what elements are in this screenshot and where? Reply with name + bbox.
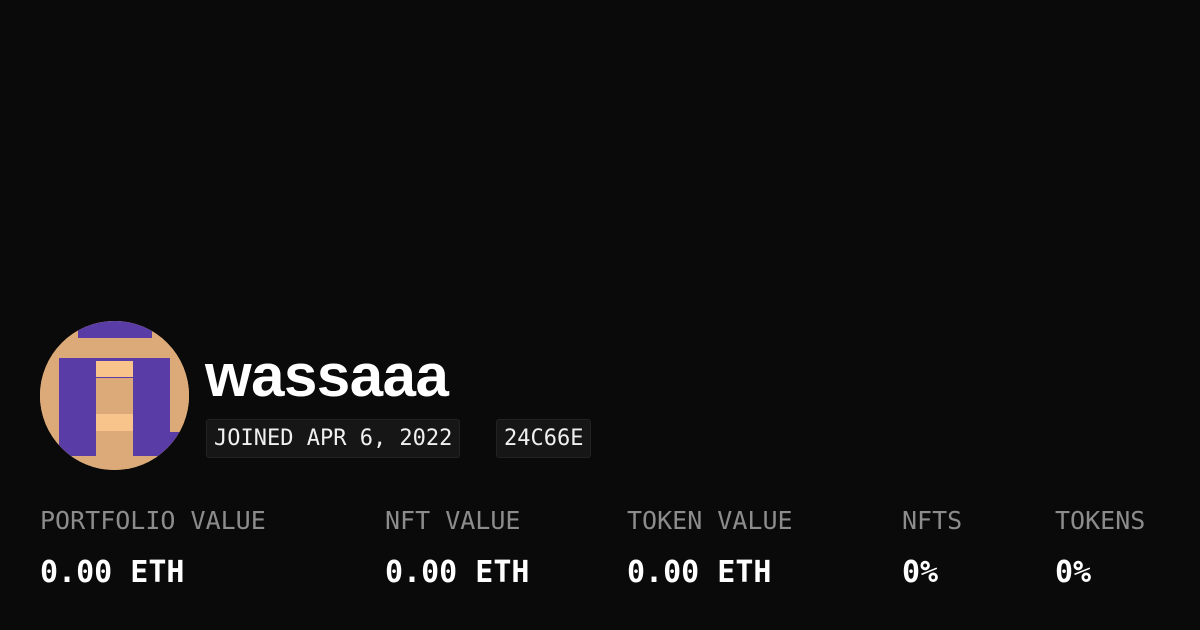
profile-username: wassaaa (205, 342, 449, 409)
stat-label: TOKENS (1055, 506, 1146, 535)
pixel-avatar-icon (40, 321, 189, 470)
avatar (40, 321, 189, 470)
stat-label: NFTS (902, 506, 963, 535)
stat-label: TOKEN VALUE (627, 506, 793, 535)
stat-nfts: NFTS 0% (902, 505, 962, 591)
stat-value: 0.00 ETH (40, 555, 185, 590)
stat-value: 0% (902, 555, 939, 590)
stat-token-value: TOKEN VALUE 0.00 ETH (627, 505, 793, 591)
stat-value: 0% (1055, 555, 1092, 590)
stat-value: 0.00 ETH (627, 555, 772, 590)
joined-date-badge: JOINED APR 6, 2022 (206, 419, 461, 458)
wallet-address-badge[interactable]: 24C66E (496, 419, 592, 458)
stat-value: 0.00 ETH (385, 555, 530, 590)
stat-portfolio-value: PORTFOLIO VALUE 0.00 ETH (40, 505, 266, 591)
stat-tokens: TOKENS 0% (1055, 505, 1145, 591)
stat-label: PORTFOLIO VALUE (40, 506, 266, 535)
stat-nft-value: NFT VALUE 0.00 ETH (385, 505, 530, 591)
stat-label: NFT VALUE (385, 506, 521, 535)
